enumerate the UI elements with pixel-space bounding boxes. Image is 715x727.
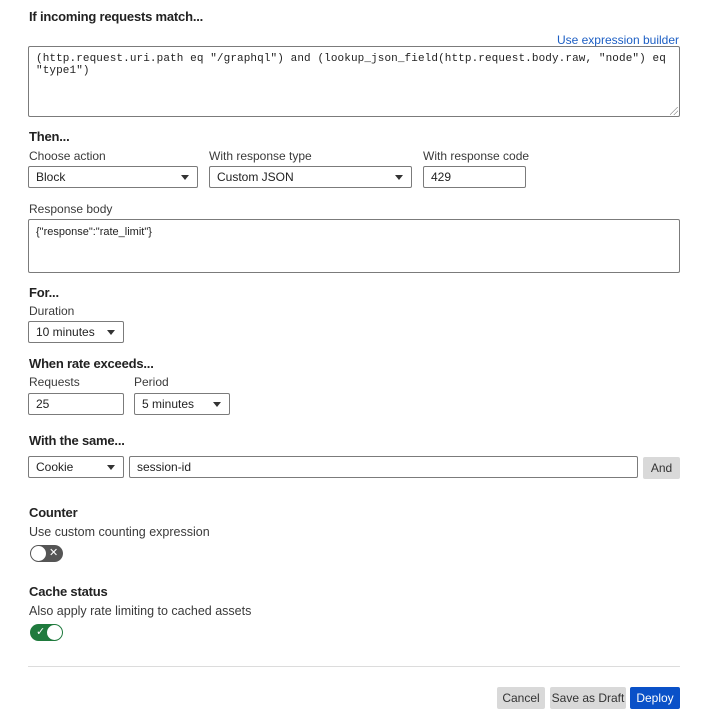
match-section-title: If incoming requests match... <box>29 9 204 24</box>
action-select-value: Block <box>36 170 66 184</box>
requests-value: 25 <box>36 397 50 411</box>
counter-description: Use custom counting expression <box>29 525 210 539</box>
cache-toggle[interactable]: ✓ <box>30 624 63 641</box>
chevron-down-icon <box>107 465 115 470</box>
response-code-value: 429 <box>431 170 452 184</box>
requests-label: Requests <box>29 375 80 389</box>
deploy-button[interactable]: Deploy <box>630 687 680 709</box>
footer-divider <box>28 666 680 667</box>
response-body-label: Response body <box>29 202 113 216</box>
save-draft-button[interactable]: Save as Draft <box>550 687 626 709</box>
response-type-select[interactable]: Custom JSON <box>209 166 412 188</box>
counter-section-title: Counter <box>29 505 78 520</box>
period-label: Period <box>134 375 169 389</box>
response-code-label: With response code <box>423 149 530 163</box>
response-body-editor[interactable]: {"response":"rate_limit"} <box>28 219 680 273</box>
action-select[interactable]: Block <box>28 166 198 188</box>
period-select[interactable]: 5 minutes <box>134 393 230 415</box>
response-code-input[interactable]: 429 <box>423 166 526 188</box>
check-icon: ✓ <box>36 626 46 638</box>
action-label: Choose action <box>29 149 106 163</box>
chevron-down-icon <box>395 175 403 180</box>
expression-builder-link[interactable]: Use expression builder <box>557 33 679 47</box>
expression-text: (http.request.uri.path eq "/graphql") an… <box>36 53 666 77</box>
toggle-knob <box>47 625 62 640</box>
cookie-name-input[interactable]: session-id <box>129 456 638 478</box>
cache-section-title: Cache status <box>29 584 108 599</box>
then-section-title: Then... <box>29 129 70 144</box>
for-section-title: For... <box>29 285 59 300</box>
chevron-down-icon <box>213 402 221 407</box>
response-type-value: Custom JSON <box>217 170 294 184</box>
duration-label: Duration <box>29 304 75 318</box>
toggle-knob <box>31 546 46 561</box>
rate-section-title: When rate exceeds... <box>29 356 154 371</box>
characteristic-value: Cookie <box>36 460 74 474</box>
expression-editor[interactable]: (http.request.uri.path eq "/graphql") an… <box>28 46 680 117</box>
chevron-down-icon <box>181 175 189 180</box>
same-section-title: With the same... <box>29 433 125 448</box>
close-icon: ✕ <box>49 547 59 559</box>
cache-description: Also apply rate limiting to cached asset… <box>29 604 252 618</box>
chevron-down-icon <box>107 330 115 335</box>
cookie-name-value: session-id <box>137 460 192 474</box>
response-body-text: {"response":"rate_limit"} <box>36 226 152 238</box>
response-type-label: With response type <box>209 149 312 163</box>
characteristic-select[interactable]: Cookie <box>28 456 124 478</box>
requests-input[interactable]: 25 <box>28 393 124 415</box>
resize-handle-icon[interactable] <box>670 107 678 115</box>
cancel-button[interactable]: Cancel <box>497 687 545 709</box>
duration-value: 10 minutes <box>36 325 95 339</box>
and-button[interactable]: And <box>643 457 680 479</box>
counter-toggle[interactable]: ✕ <box>30 545 63 562</box>
period-value: 5 minutes <box>142 397 195 411</box>
duration-select[interactable]: 10 minutes <box>28 321 124 343</box>
